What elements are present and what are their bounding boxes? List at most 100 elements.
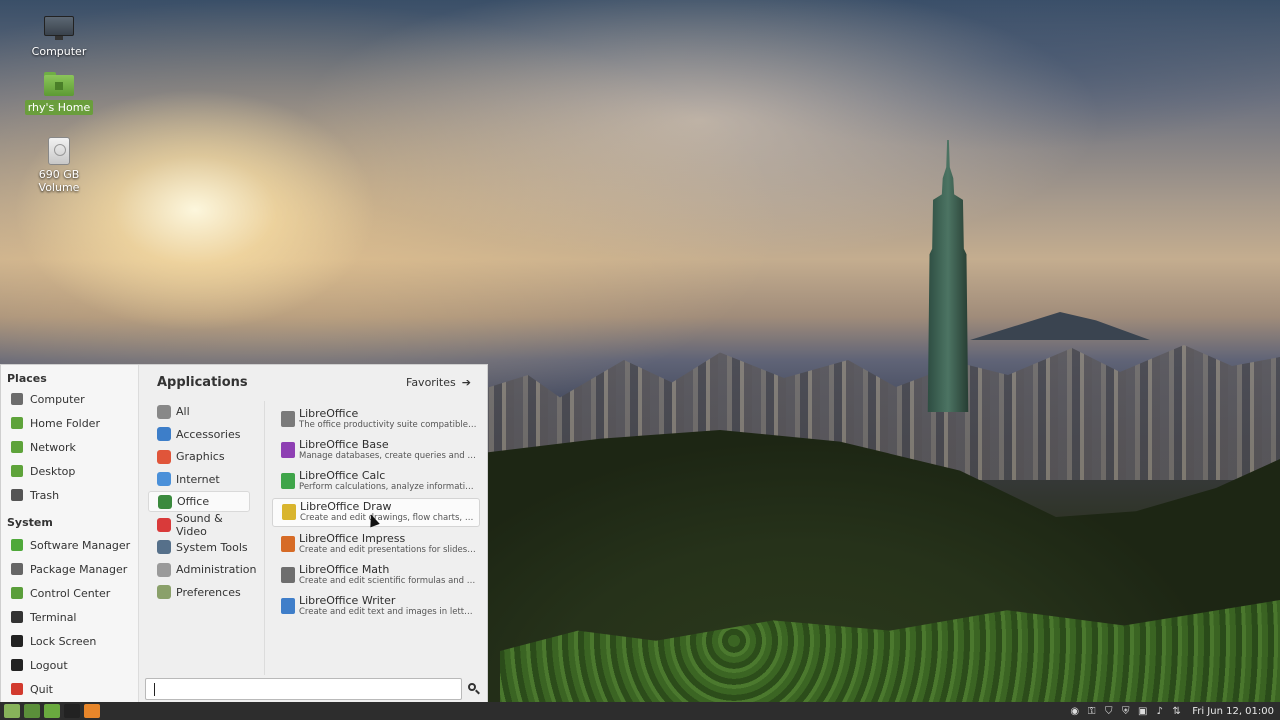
app-libreoffice-math[interactable]: LibreOffice Math Create and edit scientif… (272, 561, 480, 590)
search-icon[interactable] (467, 682, 481, 696)
desktop-icon-label: rhy's Home (24, 100, 94, 115)
drive-icon (48, 137, 70, 165)
app-libreoffice-impress[interactable]: LibreOffice Impress Create and edit prese… (272, 529, 480, 558)
sound-video-icon (157, 517, 171, 532)
chrome-icon[interactable]: ◉ (1069, 706, 1080, 717)
app-libreoffice-base[interactable]: LibreOffice Base Manage databases, create… (272, 435, 480, 464)
libreoffice-writer-icon (281, 598, 295, 615)
key-icon[interactable]: ⚿ (1086, 706, 1097, 717)
software-manager-icon (11, 539, 23, 551)
terminal-icon[interactable] (64, 704, 80, 718)
category-label: All (176, 405, 190, 418)
application-menu: Places Computer Home Folder Network Desktop… (0, 364, 488, 703)
network-icon[interactable]: ⇅ (1171, 706, 1182, 717)
menu-item-home-folder[interactable]: Home Folder (7, 413, 135, 433)
firefox-icon[interactable] (84, 704, 100, 718)
menu-item-trash[interactable]: Trash (7, 485, 135, 505)
desktop-icon-label: Computer (31, 45, 87, 58)
show-desktop-icon[interactable] (24, 704, 40, 718)
search-input[interactable] (145, 678, 462, 700)
app-text: LibreOffice Writer Create and edit text a… (299, 594, 477, 618)
shield-icon[interactable]: ⛉ (1103, 706, 1114, 717)
lock-icon (11, 635, 23, 647)
desktop-icon-home[interactable]: rhy's Home (14, 72, 104, 115)
administration-icon (157, 562, 171, 577)
quit-icon (11, 683, 23, 695)
category-label: Sound & Video (176, 511, 223, 538)
accessories-icon (157, 427, 171, 442)
libreoffice-icon (281, 410, 295, 427)
app-name: LibreOffice (299, 406, 359, 420)
app-description: Manage databases, create queries and re.… (299, 450, 477, 461)
category-system-tools[interactable]: System Tools (148, 537, 250, 558)
monitor-icon (44, 16, 74, 40)
window-icon[interactable]: ▣ (1137, 706, 1148, 717)
menu-item-computer[interactable]: Computer (7, 389, 135, 409)
category-label: Accessories (176, 427, 241, 441)
category-sound-video[interactable]: Sound & Video (148, 511, 250, 538)
home-folder-icon (11, 417, 23, 429)
category-label: Administration (176, 563, 257, 577)
system-tools-icon (157, 540, 171, 555)
app-text: LibreOffice Draw Create and edit drawings… (300, 500, 478, 524)
category-administration[interactable]: Administration (148, 559, 257, 580)
app-libreoffice-calc[interactable]: LibreOffice Calc Perform calculations, an… (272, 467, 480, 496)
mint-menu-icon[interactable] (4, 704, 20, 718)
menu-item-label: Quit (30, 682, 53, 696)
libreoffice-calc-icon (281, 473, 295, 490)
menu-item-label: Terminal (30, 610, 77, 624)
desktop-icon-label: 690 GB Volume (38, 168, 80, 194)
desktop-icon-computer[interactable]: Computer (14, 16, 104, 59)
menu-item-logout[interactable]: Logout (7, 655, 135, 675)
menu-item-control-center[interactable]: Control Center (7, 583, 135, 603)
clock[interactable]: Fri Jun 12, 01:00 (1192, 706, 1274, 717)
app-name: LibreOffice Impress (299, 531, 406, 545)
menu-divider (264, 401, 265, 675)
category-graphics[interactable]: Graphics (148, 446, 250, 467)
app-name: LibreOffice Writer (299, 594, 396, 608)
app-description: Create and edit scientific formulas and … (299, 576, 477, 586)
category-accessories[interactable]: Accessories (148, 424, 250, 445)
preferences-icon (157, 585, 171, 600)
control-center-icon (11, 587, 23, 599)
app-libreoffice[interactable]: LibreOffice The office productivity suite… (272, 404, 480, 433)
app-description: Perform calculations, analyze informatio… (299, 482, 477, 493)
favorites-button[interactable]: Favorites ➔ (406, 376, 471, 389)
terminal-icon (11, 611, 23, 623)
category-label: Office (177, 495, 210, 509)
menu-item-label: Computer (30, 392, 85, 406)
app-description: The office productivity suite compatible… (299, 419, 477, 430)
menu-item-desktop[interactable]: Desktop (7, 461, 135, 481)
menu-item-label: Network (30, 440, 76, 454)
category-office[interactable]: Office (148, 491, 250, 513)
files-icon[interactable] (44, 704, 60, 718)
app-libreoffice-writer[interactable]: LibreOffice Writer Create and edit text a… (272, 592, 480, 621)
trash-icon (11, 489, 23, 501)
category-all[interactable]: All (148, 401, 250, 422)
menu-item-terminal[interactable]: Terminal (7, 607, 135, 627)
libreoffice-math-icon (281, 567, 295, 583)
menu-item-label: Package Manager (30, 562, 128, 576)
menu-item-quit[interactable]: Quit (7, 679, 135, 699)
category-internet[interactable]: Internet (148, 469, 250, 490)
menu-item-package-manager[interactable]: Package Manager (7, 559, 135, 579)
desktop-icon-volume[interactable]: 690 GB Volume (14, 137, 104, 195)
category-preferences[interactable]: Preferences (148, 582, 250, 603)
app-name: LibreOffice Draw (300, 500, 392, 514)
arrow-right-icon: ➔ (461, 376, 471, 389)
app-name: LibreOffice Calc (299, 469, 386, 483)
menu-item-software-manager[interactable]: Software Manager (7, 535, 135, 555)
security-icon[interactable]: ⛨ (1120, 706, 1131, 717)
menu-item-label: Trash (30, 488, 60, 502)
taskbar: ◉ ⚿ ⛉ ⛨ ▣ ♪ ⇅ Fri Jun 12, 01:00 (0, 702, 1280, 720)
app-description: Create and edit drawings, flow charts, a… (300, 513, 478, 524)
system-tray: ◉ ⚿ ⛉ ⛨ ▣ ♪ ⇅ Fri Jun 12, 01:00 (1069, 702, 1280, 720)
computer-icon (11, 393, 23, 405)
package-manager-icon (11, 563, 23, 575)
app-description: Create and edit text and images in lette… (299, 607, 477, 618)
graphics-icon (157, 449, 171, 464)
places-panel: Places Computer Home Folder Network Desktop… (1, 365, 139, 703)
volume-icon[interactable]: ♪ (1154, 706, 1165, 717)
menu-item-lock-screen[interactable]: Lock Screen (7, 631, 135, 651)
menu-item-network[interactable]: Network (7, 437, 135, 457)
